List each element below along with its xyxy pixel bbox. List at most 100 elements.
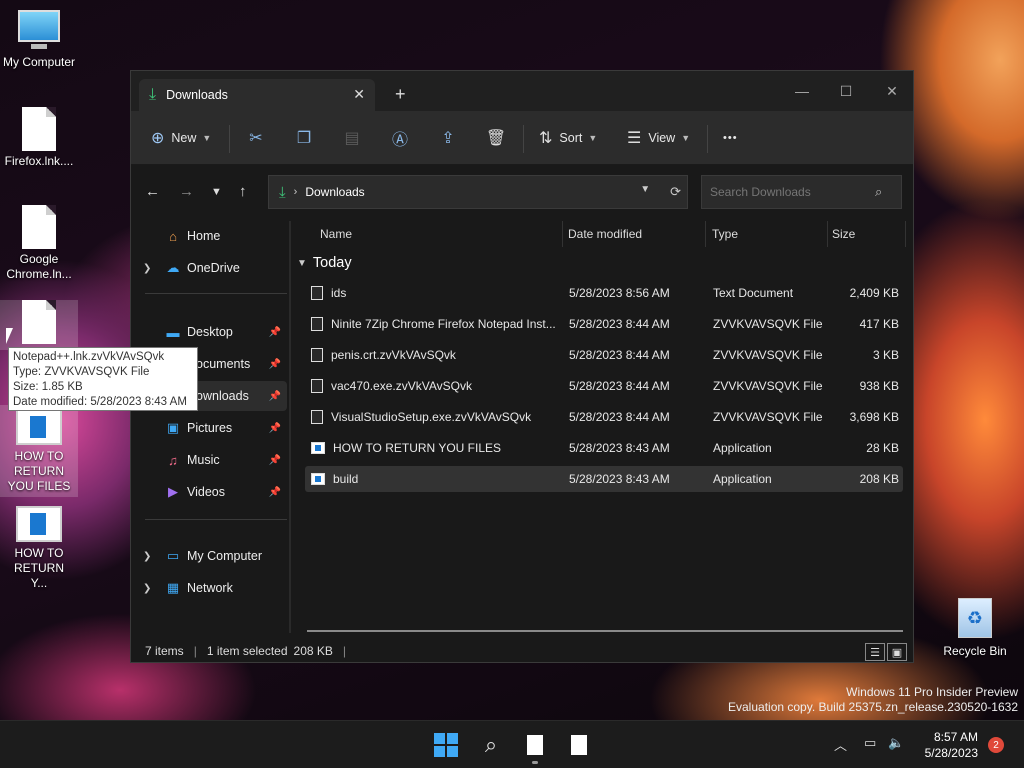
nav-item-music[interactable]: ♫ Music 📌: [131, 445, 287, 475]
breadcrumb-current[interactable]: Downloads: [305, 185, 364, 199]
pin-icon[interactable]: 📌: [269, 391, 281, 402]
copy-icon[interactable]: ❐: [291, 125, 317, 151]
column-header-name[interactable]: Name: [313, 221, 563, 247]
close-tab-icon[interactable]: ✕: [353, 86, 365, 103]
expand-chevron-icon[interactable]: ❯: [143, 551, 151, 562]
view-button[interactable]: ☰ View ▼: [627, 125, 690, 151]
table-row[interactable]: ids 5/28/2023 8:56 AM Text Document 2,40…: [305, 280, 903, 306]
search-input[interactable]: [701, 175, 902, 209]
details-view-icon[interactable]: ☰: [865, 643, 885, 661]
clock-time: 8:57 AM: [933, 730, 978, 744]
pin-icon[interactable]: 📌: [269, 487, 281, 498]
nav-item-desktop[interactable]: ▬ Desktop 📌: [131, 317, 287, 347]
pin-icon[interactable]: 📌: [269, 423, 281, 434]
file-date: 5/28/2023 8:44 AM: [569, 410, 670, 424]
close-window-button[interactable]: ✕: [869, 77, 913, 105]
file-icon: [311, 410, 323, 424]
nav-divider: [145, 519, 287, 520]
notification-badge[interactable]: 2: [988, 737, 1004, 753]
table-row[interactable]: Ninite 7Zip Chrome Firefox Notepad Inst.…: [305, 311, 903, 337]
paste-icon[interactable]: ▤: [339, 125, 365, 151]
up-arrow-icon[interactable]: ↑: [239, 183, 247, 200]
pin-icon[interactable]: 📌: [269, 327, 281, 338]
column-header-date[interactable]: Date modified: [561, 221, 706, 247]
nav-item-network[interactable]: ❯ ▦ Network: [131, 573, 287, 603]
desktop-icon-firefox[interactable]: Firefox.lnk....: [0, 107, 78, 169]
desktop-icon-my-computer[interactable]: My Computer: [0, 10, 78, 70]
clock[interactable]: 8:57 AM 5/28/2023: [925, 729, 978, 761]
refresh-icon[interactable]: ⟳: [670, 184, 681, 200]
view-label: View: [648, 131, 676, 145]
share-icon[interactable]: ⇪: [435, 125, 461, 151]
taskbar: ⌕ ︿ ▭ 🔈 8:57 AM 5/28/2023 2: [0, 720, 1024, 768]
tab-downloads[interactable]: ⤓ Downloads ✕: [139, 79, 375, 111]
plus-circle-icon: ⊕: [151, 130, 165, 147]
table-row[interactable]: penis.crt.zvVkVAvSQvk 5/28/2023 8:44 AM …: [305, 342, 903, 368]
running-indicator: [532, 761, 538, 764]
new-button[interactable]: ⊕ New ▼: [151, 125, 211, 151]
tooltip-name: Notepad++.lnk.zvVkVAvSQvk: [13, 351, 165, 363]
tiles-view-icon[interactable]: ▣: [887, 643, 907, 661]
file-date: 5/28/2023 8:56 AM: [569, 286, 670, 300]
desktop-icon-recycle-bin[interactable]: ♻ Recycle Bin: [940, 598, 1010, 658]
application-icon: [311, 442, 325, 454]
delete-icon[interactable]: 🗑: [483, 125, 509, 151]
forward-arrow-icon[interactable]: →: [179, 183, 194, 200]
column-header-size[interactable]: Size: [825, 221, 906, 247]
title-bar[interactable]: ⤓ Downloads ✕ + — ☐ ✕: [131, 71, 913, 111]
expand-chevron-icon[interactable]: ❯: [143, 583, 151, 594]
horizontal-scrollbar[interactable]: [307, 630, 903, 632]
desktop-icon-how-to-return-y[interactable]: HOW TO RETURN Y...: [0, 502, 78, 591]
maximize-button[interactable]: ☐: [823, 77, 869, 105]
nav-item-my-computer[interactable]: ❯ ▭ My Computer: [131, 541, 287, 571]
monitor-stand-icon: [31, 44, 47, 49]
sort-label: Sort: [559, 131, 583, 145]
file-type: Application: [713, 441, 772, 455]
more-options-button[interactable]: •••: [723, 125, 738, 151]
new-tab-button[interactable]: +: [395, 85, 406, 103]
table-row[interactable]: VisualStudioSetup.exe.zvVkVAvSQvk 5/28/2…: [305, 404, 903, 430]
table-row[interactable]: build 5/28/2023 8:43 AM Application 208 …: [305, 466, 903, 492]
status-divider: |: [193, 644, 197, 658]
address-bar[interactable]: ⤓ › Downloads ▼ ⟳: [268, 175, 688, 209]
expand-chevron-icon[interactable]: ❯: [143, 263, 151, 274]
rename-icon[interactable]: Ⓐ: [387, 125, 413, 151]
desktop-icon-chrome[interactable]: Google Chrome.ln...: [0, 205, 78, 282]
file-size: 28 KB: [866, 441, 899, 455]
back-arrow-icon[interactable]: ←: [145, 183, 160, 200]
file-size: 208 KB: [859, 472, 899, 486]
new-label: New: [171, 131, 197, 145]
pin-icon[interactable]: 📌: [269, 455, 281, 466]
nav-item-home[interactable]: ⌂ Home: [131, 221, 287, 251]
start-button[interactable]: [432, 731, 460, 759]
volume-icon[interactable]: 🔈: [888, 735, 904, 751]
nav-item-onedrive[interactable]: ❯ ☁ OneDrive: [131, 253, 287, 283]
application-icon: [16, 409, 62, 445]
pin-icon[interactable]: 📌: [269, 359, 281, 370]
recent-locations-chevron-icon[interactable]: ▼: [211, 186, 222, 198]
text-file-icon: [311, 286, 323, 300]
search-taskbar-icon[interactable]: ⌕: [477, 731, 505, 759]
nav-item-videos[interactable]: ▶ Videos 📌: [131, 477, 287, 507]
taskbar-app-document[interactable]: [521, 731, 549, 759]
view-icon: ☰: [627, 130, 642, 147]
cut-icon[interactable]: ✂: [243, 125, 269, 151]
taskbar-app-document[interactable]: [565, 731, 593, 759]
table-row[interactable]: HOW TO RETURN YOU FILES 5/28/2023 8:43 A…: [305, 435, 903, 461]
collapse-chevron-icon: ▼: [297, 257, 307, 269]
network-status-icon[interactable]: ▭: [864, 735, 876, 751]
file-explorer-window[interactable]: ⤓ Downloads ✕ + — ☐ ✕ ⊕ New ▼ ✂ ❐ ▤ Ⓐ ⇪ …: [130, 70, 914, 663]
address-dropdown-icon[interactable]: ▼: [640, 184, 650, 200]
file-date: 5/28/2023 8:44 AM: [569, 317, 670, 331]
show-hidden-icons-chevron-icon[interactable]: ︿: [834, 735, 847, 754]
sort-button[interactable]: ⇅ Sort ▼: [539, 125, 597, 151]
table-row[interactable]: vac470.exe.zvVkVAvSQvk 5/28/2023 8:44 AM…: [305, 373, 903, 399]
group-header-today[interactable]: ▼ Today: [297, 255, 352, 271]
file-size: 938 KB: [859, 379, 899, 393]
column-header-type[interactable]: Type: [705, 221, 828, 247]
selection-size: 208 KB: [293, 644, 333, 658]
nav-item-pictures[interactable]: ▣ Pictures 📌: [131, 413, 287, 443]
chevron-down-icon: ▼: [681, 133, 691, 143]
minimize-button[interactable]: —: [779, 77, 825, 105]
desktop-icon-how-to-return-files[interactable]: HOW TO RETURN YOU FILES: [0, 405, 78, 497]
